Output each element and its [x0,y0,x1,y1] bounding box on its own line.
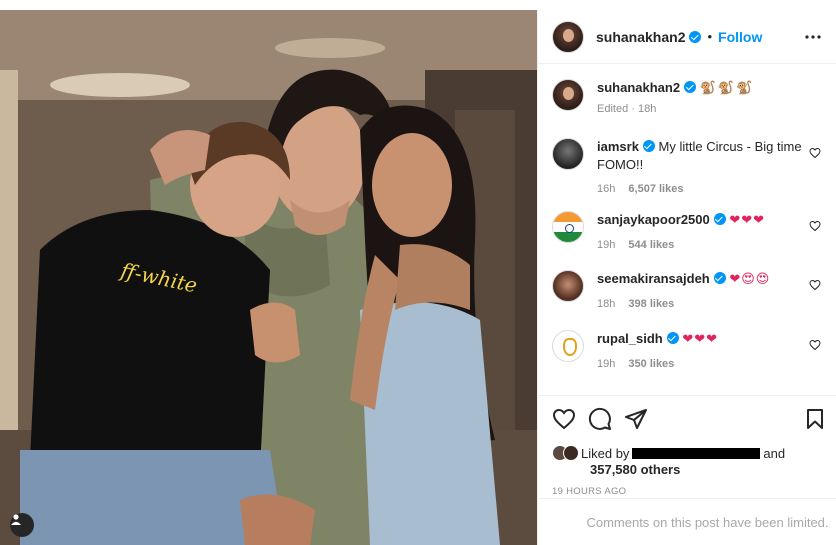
bookmark-icon[interactable] [803,407,827,431]
comment-body: seemakiransajdeh ❤😍😍 18h 398 likes [597,270,807,313]
comment-likes[interactable]: 350 likes [628,358,674,370]
dot-separator: • [707,29,713,44]
comment-likes[interactable]: 544 likes [628,239,674,251]
caption-username[interactable]: suhanakhan2 [597,80,697,95]
verified-badge-icon [713,272,726,284]
post-side-panel: suhanakhan2 • Follow suhanakhan2 🐒🐒🐒 Edi… [537,10,836,545]
post-photo[interactable]: ff-white [0,10,537,545]
post-timestamp[interactable]: 19 HOURS AGO [552,486,626,497]
comment-avatar[interactable] [552,270,584,302]
action-bar: Liked by and 357,580 others 19 HOURS AGO [538,395,836,497]
photo-illustration: ff-white [0,10,537,545]
caption-meta: Edited · 18h [597,103,657,115]
follow-button[interactable]: Follow [718,29,762,45]
verified-badge-icon [642,140,655,152]
comment-likes[interactable]: 6,507 likes [628,183,683,195]
heart-icon[interactable] [552,407,576,431]
comment-time: 19h [597,239,616,251]
verified-badge-icon [713,213,726,225]
comment-bubble-icon[interactable] [588,407,612,431]
post-header: suhanakhan2 • Follow [538,10,836,64]
paper-plane-icon[interactable] [624,407,648,431]
heart-icon[interactable] [809,220,821,232]
comment-text: ❤❤❤ [682,332,719,347]
comment-avatar[interactable] [552,330,584,362]
user-tag-icon [11,514,21,525]
comment-body: sanjaykapoor2500 ❤❤❤ 19h 544 likes [597,211,807,254]
comment-username[interactable]: rupal_sidh [597,331,679,346]
heart-icon[interactable] [809,279,821,291]
verified-badge-icon [689,30,702,43]
comment-avatar[interactable] [552,138,584,170]
comment-meta: 19h 350 likes [597,355,807,373]
comment-time: 19h [597,358,616,370]
comment-username[interactable]: iamsrk [597,139,655,154]
comment-time: 18h [597,298,616,310]
comment-body: iamsrk My little Circus - Big time FOMO!… [597,138,807,198]
verified-badge-icon [684,81,697,93]
heart-icon[interactable] [809,147,821,159]
comment-time: 16h [597,183,616,195]
caption-body: suhanakhan2 🐒🐒🐒 Edited · 18h [597,79,807,118]
liked-by-suffix: and [763,445,786,461]
liked-by-prefix: Liked by [581,445,630,461]
caption-text: 🐒🐒🐒 [699,81,755,96]
liked-by-row: Liked by and [552,444,785,462]
comment-likes[interactable]: 398 likes [628,298,674,310]
comment-meta: 16h 6,507 likes [597,180,807,198]
top-strip [0,0,836,10]
comment-avatar[interactable] [552,211,584,243]
heart-icon[interactable] [809,339,821,351]
comment-username[interactable]: seemakiransajdeh [597,271,726,286]
comment-text: ❤❤❤ [729,213,766,228]
author-avatar[interactable] [552,79,584,111]
comment-meta: 18h 398 likes [597,295,807,313]
author-username[interactable]: suhanakhan2 [596,29,702,45]
comment-body: rupal_sidh ❤❤❤ 19h 350 likes [597,330,807,373]
liker-avatar[interactable] [563,445,579,461]
verified-badge-icon [666,332,679,344]
likes-count[interactable]: 357,580 others [590,462,680,477]
comment-username[interactable]: sanjaykapoor2500 [597,212,726,227]
comment-meta: 19h 544 likes [597,236,807,254]
comments-list[interactable]: suhanakhan2 🐒🐒🐒 Edited · 18h iamsrk My l… [538,65,836,395]
user-tag-button[interactable] [10,513,34,537]
author-avatar[interactable] [552,20,584,53]
comment-text: ❤😍😍 [729,272,771,287]
redacted-username [632,447,761,459]
more-horizontal-icon[interactable] [803,27,823,47]
comments-limited-notice: Comments on this post have been limited. [538,498,836,545]
